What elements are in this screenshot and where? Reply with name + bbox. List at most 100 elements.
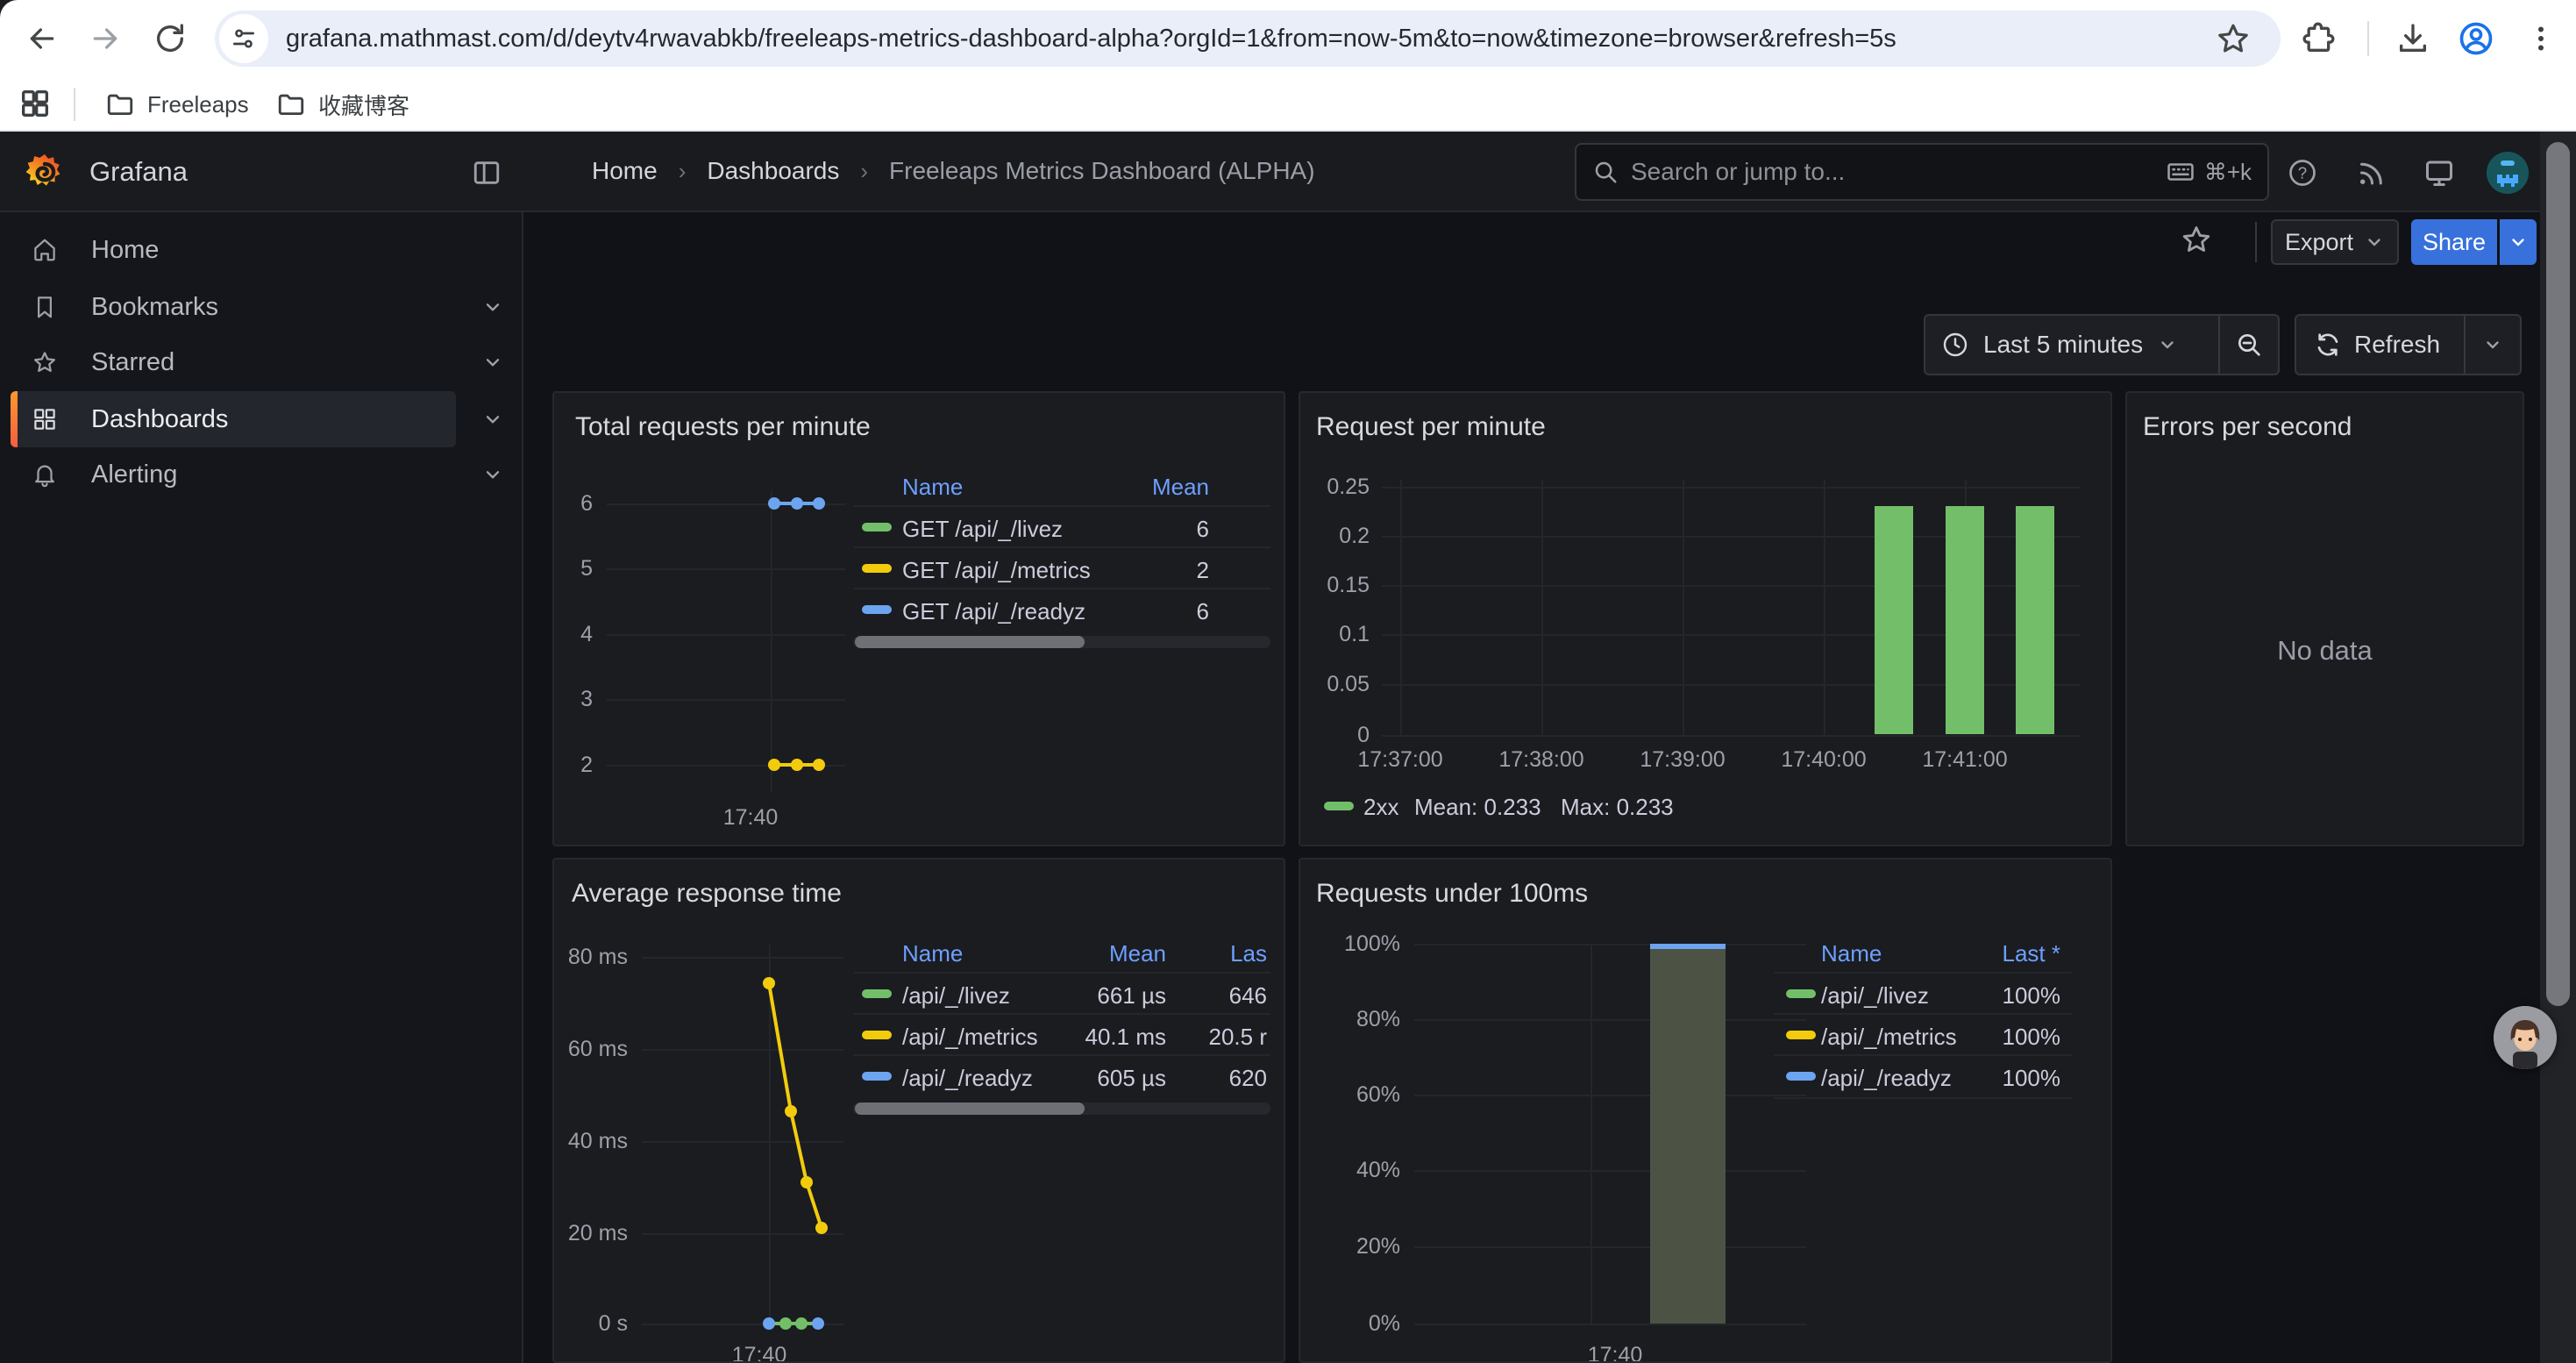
y-tick: 0.05	[1308, 672, 1370, 696]
data-point	[812, 1317, 824, 1330]
refresh-interval-button[interactable]	[2466, 334, 2520, 355]
profile-icon[interactable]	[2457, 19, 2495, 58]
legend-row[interactable]: /api/_/livez 100%	[1774, 972, 2072, 1015]
series-color-chip	[862, 564, 892, 573]
sidebar-item-bookmarks[interactable]: Bookmarks	[0, 279, 523, 335]
search-placeholder: Search or jump to...	[1631, 158, 2166, 186]
series-last: 100%	[2003, 982, 2061, 1010]
x-tick: 17:39:00	[1612, 747, 1753, 772]
sidebar-item-alerting[interactable]: Alerting	[0, 446, 523, 503]
series-color-chip	[1324, 802, 1354, 810]
chevron-down-icon[interactable]	[481, 408, 504, 431]
folder-icon	[105, 89, 135, 119]
legend-row[interactable]: /api/_/livez 661 µs 646	[853, 972, 1270, 1015]
series-name[interactable]: GET /api/_/readyz	[902, 598, 1085, 625]
legend-header-last[interactable]: Last *	[2003, 940, 2061, 967]
legend-series-name[interactable]: 2xx	[1363, 794, 1398, 821]
refresh-button[interactable]: Refresh	[2296, 331, 2464, 359]
url-bar[interactable]: grafana.mathmast.com/d/deytv4rwavabkb/fr…	[215, 11, 2281, 67]
gridline	[1414, 1246, 1806, 1248]
legend-table: Name Mean Las /api/_/livez 661 µs 646 /a…	[853, 933, 1270, 1109]
series-name[interactable]: /api/_/readyz	[1821, 1065, 1952, 1092]
panel-title[interactable]: Errors per second	[2143, 412, 2352, 442]
series-mean: 6	[1197, 516, 1209, 543]
legend-scrollbar[interactable]	[853, 1103, 1270, 1115]
breadcrumb-page-title: Freeleaps Metrics Dashboard (ALPHA)	[889, 157, 1315, 185]
apps-grid-icon[interactable]	[18, 86, 53, 121]
favorite-star-icon[interactable]	[2180, 223, 2213, 256]
url-text[interactable]: grafana.mathmast.com/d/deytv4rwavabkb/fr…	[286, 25, 1896, 54]
reload-icon[interactable]	[151, 19, 189, 58]
assistant-avatar[interactable]	[2494, 1006, 2557, 1069]
bar-under-100ms	[1650, 949, 1726, 1324]
series-last: 100%	[2003, 1065, 2061, 1092]
bookmark-item-freeleaps[interactable]: Freeleaps	[105, 84, 249, 125]
bookmark-icon	[32, 294, 58, 320]
scrollbar-thumb[interactable]	[2546, 142, 2570, 1006]
legend-header-mean[interactable]: Mean	[1109, 940, 1166, 967]
sidebar-item-label: Starred	[91, 348, 174, 377]
bookmark-label: 收藏博客	[318, 89, 409, 121]
legend-row[interactable]: /api/_/readyz 605 µs 620	[853, 1054, 1270, 1097]
series-color-chip	[1786, 989, 1816, 998]
legend-row[interactable]: GET /api/_/readyz 6	[853, 588, 1270, 631]
legend-header-name[interactable]: Name	[902, 474, 963, 501]
x-tick: 17:41:00	[1895, 747, 2035, 772]
search-input[interactable]: Search or jump to... ⌘+k	[1575, 143, 2269, 201]
time-range-picker[interactable]: Last 5 minutes	[1925, 331, 2218, 359]
series-name[interactable]: GET /api/_/metrics	[902, 557, 1091, 584]
downloads-icon[interactable]	[2394, 19, 2432, 58]
share-menu-button[interactable]	[2500, 219, 2537, 265]
zoom-out-button[interactable]	[2220, 331, 2278, 359]
chevron-down-icon[interactable]	[481, 463, 504, 486]
series-name[interactable]: /api/_/livez	[902, 982, 1010, 1010]
legend-row[interactable]: /api/_/metrics 40.1 ms 20.5 r	[853, 1013, 1270, 1056]
news-rss-icon[interactable]	[2355, 157, 2387, 189]
bookmark-star-icon[interactable]	[2215, 20, 2252, 57]
breadcrumb-dashboards[interactable]: Dashboards	[707, 157, 839, 185]
panel-title[interactable]: Requests under 100ms	[1316, 879, 1588, 909]
series-name[interactable]: /api/_/metrics	[1821, 1024, 1957, 1051]
breadcrumb-home[interactable]: Home	[592, 157, 658, 185]
series-name[interactable]: /api/_/livez	[1821, 982, 1929, 1010]
sidebar-item-dashboards[interactable]: Dashboards	[0, 391, 523, 447]
share-button[interactable]: Share	[2411, 219, 2497, 265]
chevron-down-icon[interactable]	[481, 296, 504, 318]
back-icon[interactable]	[23, 19, 61, 58]
browser-menu-icon[interactable]	[2522, 19, 2560, 58]
help-icon[interactable]: ?	[2287, 157, 2318, 189]
legend-row[interactable]: GET /api/_/livez 6	[853, 505, 1270, 548]
sidebar-toggle-icon[interactable]	[472, 158, 502, 188]
series-name[interactable]: /api/_/metrics	[902, 1024, 1038, 1051]
data-point	[795, 1317, 808, 1330]
home-icon	[32, 237, 58, 263]
sidebar-item-home[interactable]: Home	[0, 222, 523, 278]
data-point	[768, 497, 780, 510]
legend-header-name[interactable]: Name	[902, 940, 963, 967]
legend-header-last[interactable]: Las	[1230, 940, 1267, 967]
scrollbar-thumb[interactable]	[855, 636, 1085, 648]
tune-icon[interactable]	[219, 14, 268, 63]
user-avatar[interactable]	[2487, 152, 2529, 194]
panel-title[interactable]: Request per minute	[1316, 412, 1546, 442]
sidebar-item-starred[interactable]: Starred	[0, 334, 523, 390]
legend-row[interactable]: /api/_/readyz 100%	[1774, 1054, 2072, 1099]
chevron-down-icon[interactable]	[481, 351, 504, 374]
monitor-icon[interactable]	[2423, 157, 2455, 189]
legend-header-mean[interactable]: Mean	[1152, 474, 1209, 501]
legend-scrollbar[interactable]	[853, 636, 1270, 648]
forward-icon[interactable]	[86, 19, 125, 58]
panel-title[interactable]: Total requests per minute	[575, 412, 871, 442]
y-tick: 5	[554, 556, 593, 581]
legend-row[interactable]: /api/_/metrics 100%	[1774, 1013, 2072, 1056]
export-button[interactable]: Export	[2271, 219, 2399, 265]
series-name[interactable]: GET /api/_/livez	[902, 516, 1063, 543]
bookmark-item-blogs[interactable]: 收藏博客	[276, 84, 409, 125]
grafana-logo[interactable]	[25, 151, 65, 195]
legend-row[interactable]: GET /api/_/metrics 2	[853, 546, 1270, 589]
series-name[interactable]: /api/_/readyz	[902, 1065, 1033, 1092]
x-tick: 17:38:00	[1471, 747, 1612, 772]
legend-header-name[interactable]: Name	[1821, 940, 1882, 967]
scrollbar-thumb[interactable]	[855, 1103, 1085, 1115]
extensions-icon[interactable]	[2299, 19, 2338, 58]
